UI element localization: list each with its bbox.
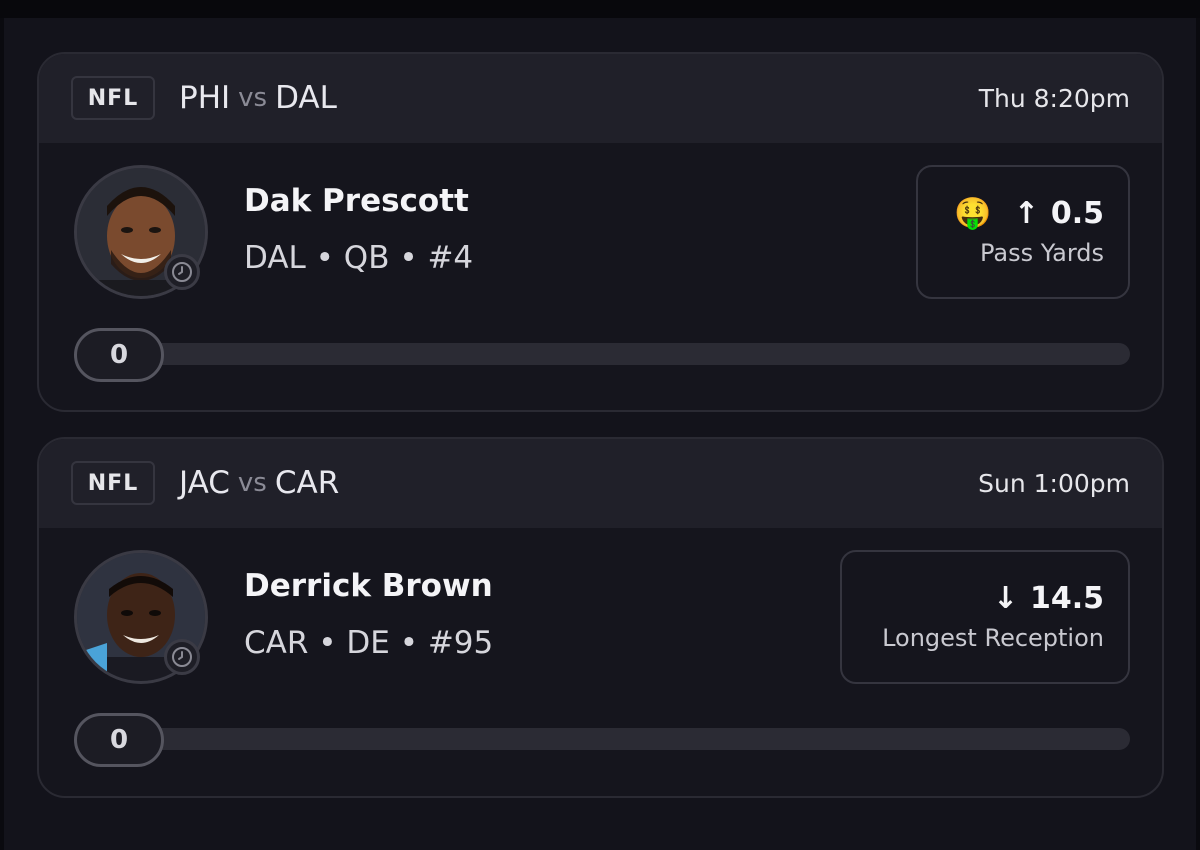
prop-value: 0.5	[1050, 195, 1104, 231]
pick-card[interactable]: NFL JAC vs CAR Sun 1:00pm Derrick Brown …	[37, 437, 1164, 798]
player-meta: DAL • QB • #4	[244, 240, 474, 276]
card-header: NFL PHI vs DAL Thu 8:20pm	[39, 54, 1162, 143]
player-name: Dak Prescott	[244, 183, 469, 219]
player-meta: CAR • DE • #95	[244, 625, 494, 661]
left-edge	[0, 18, 4, 850]
prop-box[interactable]: 🤑 ↑ 0.5 Pass Yards	[916, 165, 1130, 299]
prop-stat: Pass Yards	[980, 239, 1104, 267]
prop-line: 🤑 ↑ 0.5	[954, 193, 1104, 233]
player-name: Derrick Brown	[244, 568, 493, 604]
prop-line: ↓ 14.5	[993, 578, 1104, 618]
pick-card[interactable]: NFL PHI vs DAL Thu 8:20pm Dak Prescott D…	[37, 52, 1164, 412]
arrow-up-icon: ↑	[1013, 195, 1039, 231]
clock-icon	[164, 254, 200, 290]
league-badge: NFL	[71, 76, 155, 120]
top-bar	[0, 0, 1200, 18]
prop-value: 14.5	[1029, 580, 1104, 616]
progress-value: 0	[74, 328, 164, 382]
vs-label: vs	[238, 83, 268, 113]
arrow-down-icon: ↓	[992, 580, 1018, 616]
vs-label: vs	[237, 468, 267, 498]
money-face-icon: 🤑	[954, 195, 992, 231]
clock-icon	[164, 639, 200, 675]
card-header: NFL JAC vs CAR Sun 1:00pm	[39, 439, 1162, 528]
away-team: CAR	[274, 465, 340, 501]
app-frame: NFL PHI vs DAL Thu 8:20pm Dak Prescott D…	[0, 0, 1200, 850]
game-time: Thu 8:20pm	[978, 83, 1130, 113]
game-time: Sun 1:00pm	[978, 468, 1130, 498]
away-team: DAL	[275, 80, 337, 116]
prop-stat: Longest Reception	[882, 624, 1104, 652]
league-badge: NFL	[71, 461, 155, 505]
prop-box[interactable]: ↓ 14.5 Longest Reception	[840, 550, 1130, 684]
right-edge	[1196, 18, 1200, 850]
home-team: PHI	[179, 80, 231, 116]
matchup: JAC vs CAR	[179, 463, 339, 503]
progress-value: 0	[74, 713, 164, 767]
home-team: JAC	[179, 465, 230, 501]
progress-track	[77, 343, 1130, 365]
matchup: PHI vs DAL	[179, 78, 337, 118]
progress-track	[77, 728, 1130, 750]
